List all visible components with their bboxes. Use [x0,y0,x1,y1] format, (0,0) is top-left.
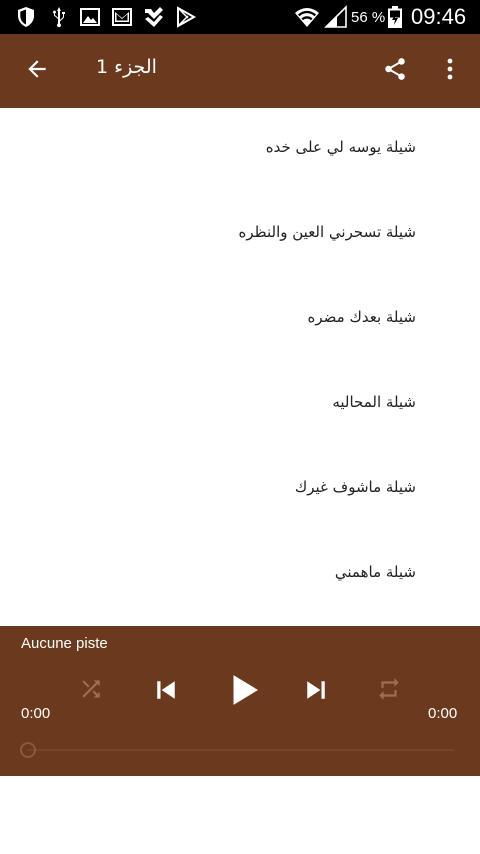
list-item[interactable]: شيلة يوسه لي على خده [0,108,480,193]
app-bar: الجزء 1 [0,34,480,108]
shield-icon [14,5,38,29]
battery-icon [386,5,410,29]
more-vert-icon [446,57,454,85]
image-icon [78,5,102,29]
seek-thumb[interactable] [20,742,36,758]
shuffle-icon [78,676,104,706]
wifi-icon [294,5,319,29]
mail-icon [110,5,134,29]
clock: 09:46 [411,4,467,29]
play-store-icon [174,5,198,29]
track-label: شيلة بعدك مضره [307,308,416,326]
repeat-icon [376,676,402,706]
signal-icon [324,5,348,29]
share-icon [382,56,408,86]
seek-bar[interactable] [28,749,454,751]
shuffle-button[interactable] [74,674,108,708]
page-title: الجزء 1 [96,56,157,78]
share-button[interactable] [372,48,418,94]
track-label: شيلة يوسه لي على خده [265,138,416,156]
track-label: شيلة المحاليه [332,393,416,411]
back-button[interactable] [14,48,60,94]
bottom-blank-area [0,776,480,854]
repeat-button[interactable] [372,674,406,708]
usb-icon [47,5,71,29]
track-label: شيلة ماهمني [334,563,416,581]
media-player: Aucune piste 0:00 0:00 [0,626,480,776]
list-item[interactable]: شيلة ماشوف غيرك [0,448,480,533]
play-button[interactable] [218,666,270,718]
list-item[interactable]: شيلة بعدك مضره [0,278,480,363]
track-label: شيلة تسحرني العين والنظره [238,223,416,241]
now-playing-title: Aucune piste [21,635,108,652]
elapsed-time: 0:00 [21,705,51,722]
battery-percent: 56 % [351,9,386,26]
arrow-back-icon [24,56,50,86]
skip-next-icon [301,675,331,709]
list-item[interactable]: شيلة المحاليه [0,363,480,448]
track-label: شيلة ماشوف غيرك [294,478,416,496]
total-duration: 0:00 [428,705,458,722]
list-item[interactable]: شيلة تسحرني العين والنظره [0,193,480,278]
skip-previous-icon [151,675,181,709]
play-icon [223,669,265,715]
skip-next-button[interactable] [296,672,336,712]
more-options-button[interactable] [430,48,470,94]
list-item[interactable]: شيلة ماهمني [0,533,480,618]
download-check-icon [142,5,166,29]
skip-previous-button[interactable] [146,672,186,712]
track-list: شيلة يوسه لي على خده شيلة تسحرني العين و… [0,108,480,626]
status-bar: 56 % 09:46 [0,0,480,34]
